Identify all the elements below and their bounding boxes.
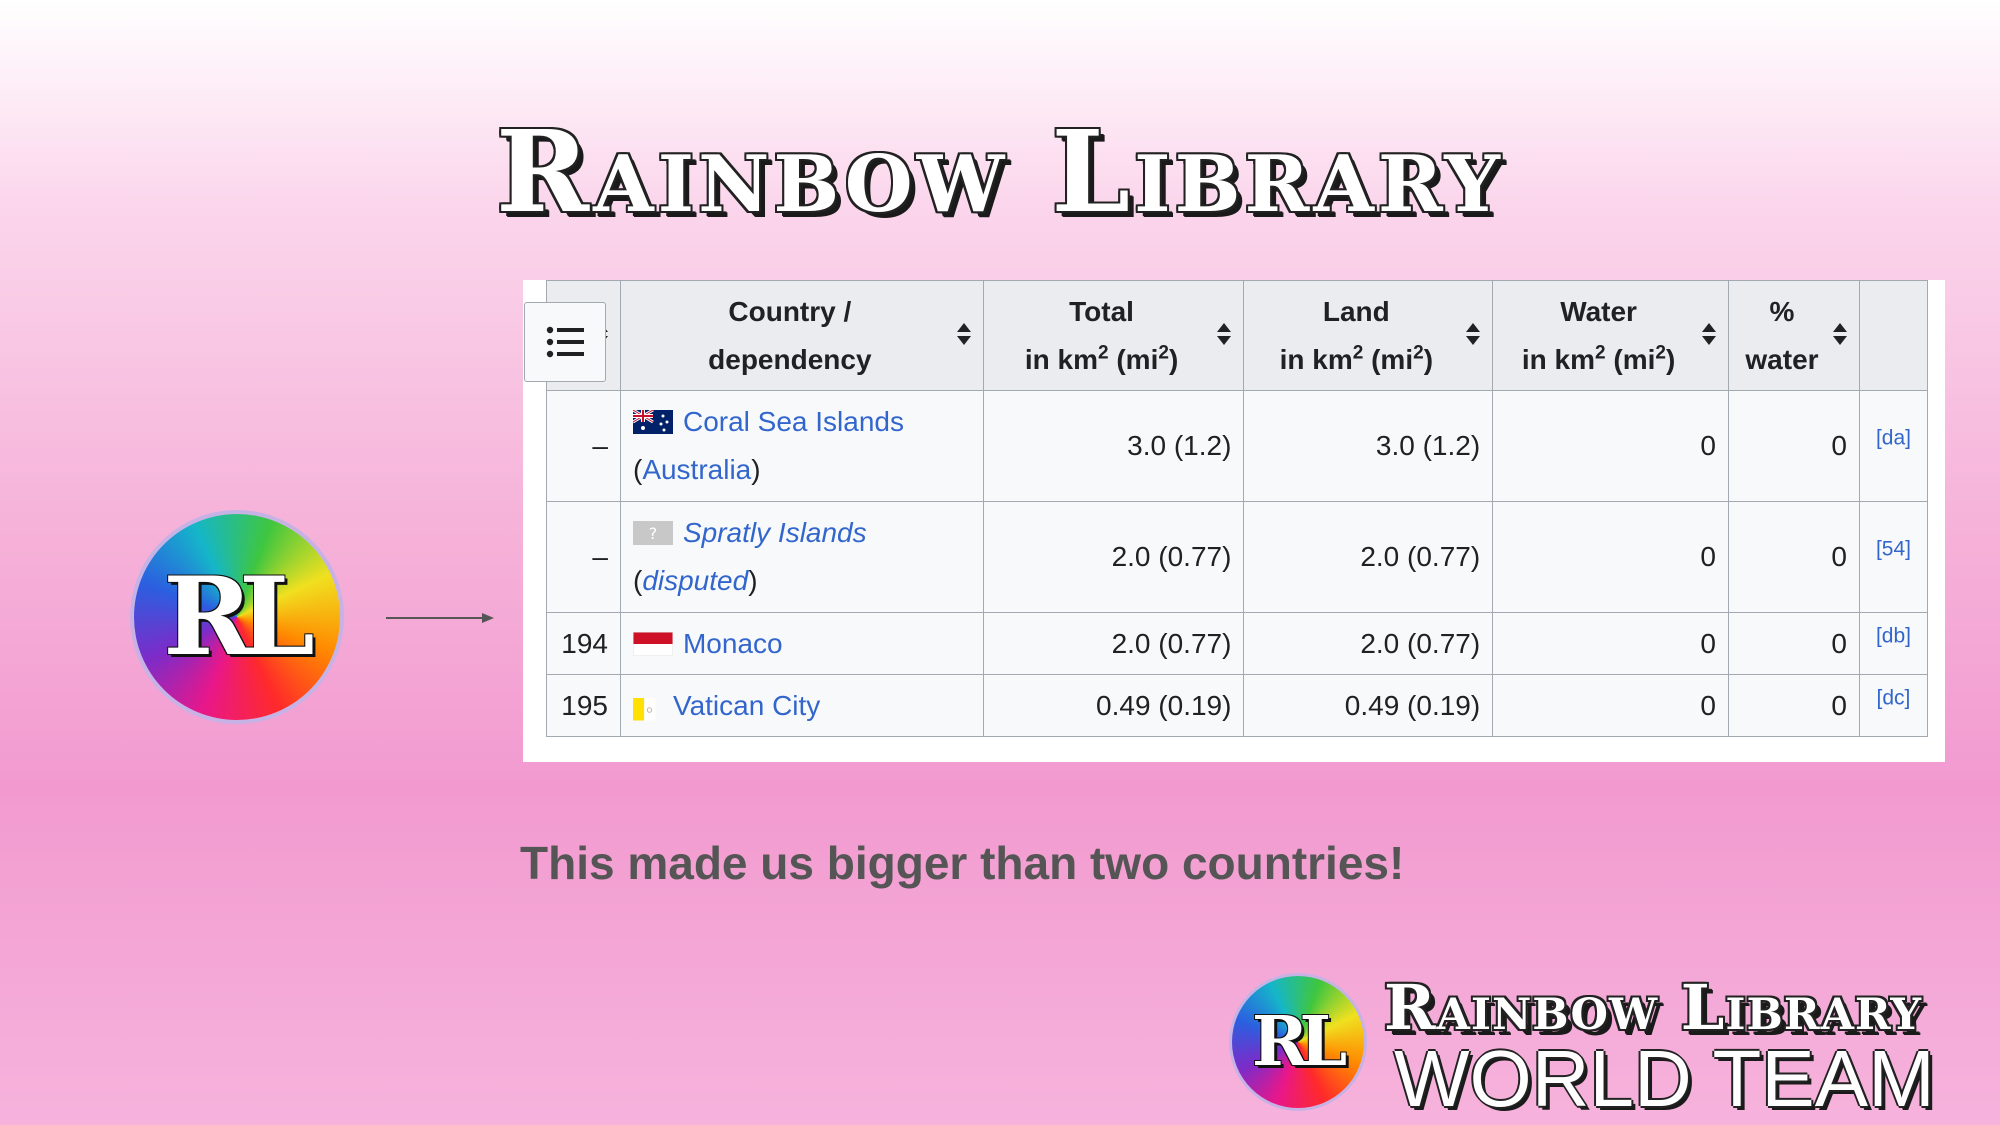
header-country-line2: dependency (708, 343, 872, 375)
reference-link[interactable]: [54] (1876, 538, 1911, 561)
country-link[interactable]: Vatican City (673, 690, 820, 721)
paren-open: ( (632, 454, 643, 485)
header-total-sup2: 2 (1158, 342, 1169, 364)
unknown-flag-icon: ? (632, 521, 673, 545)
water-area-cell: 0 (1492, 612, 1729, 675)
reference-link[interactable]: [da] (1876, 427, 1911, 450)
total-area-cell: 0.49 (0.19) (982, 674, 1245, 737)
pct-water-cell: 0 (1727, 612, 1860, 675)
country-cell: Vatican City (619, 674, 984, 737)
country-link[interactable]: Monaco (683, 628, 783, 659)
monaco-flag-icon (632, 631, 673, 656)
rank-cell: 195 (546, 674, 621, 737)
total-area-cell: 3.0 (1.2) (982, 390, 1245, 502)
country-link[interactable]: Coral Sea Islands (683, 406, 904, 437)
table-row: – Coral Sea Islands (Australia) 3.0 (1.2… (546, 390, 1929, 502)
header-water-mi: (mi (1605, 343, 1656, 375)
list-icon (546, 326, 584, 358)
rank-cell: – (546, 501, 621, 613)
reference-link[interactable]: [dc] (1877, 686, 1911, 709)
header-water-sup2: 2 (1655, 342, 1666, 364)
vatican-flag-icon (632, 697, 656, 720)
header-total-unit: in km (1024, 343, 1098, 375)
table-screenshot: Country / dependency Total in km2 (mi2) … (523, 280, 1945, 762)
table-of-contents-button[interactable] (524, 302, 606, 382)
notes-cell: [da] (1858, 390, 1929, 502)
header-land-sup1: 2 (1352, 342, 1364, 364)
total-area-cell: 2.0 (0.77) (982, 612, 1245, 675)
sort-icon (1832, 323, 1847, 345)
header-pct-line2: water (1745, 343, 1819, 375)
main-title: Rainbow Library (496, 107, 1504, 238)
rank-cell: – (546, 390, 621, 502)
sovereign-link[interactable]: Australia (642, 454, 751, 485)
sort-icon (1701, 323, 1716, 345)
notes-cell: [db] (1858, 612, 1929, 675)
notes-cell: [dc] (1858, 674, 1929, 737)
australia-flag-icon (632, 410, 673, 434)
country-cell: Coral Sea Islands (Australia) (619, 390, 984, 502)
sort-icon (1217, 323, 1232, 345)
header-notes (1858, 280, 1929, 391)
water-area-cell: 0 (1492, 501, 1729, 613)
table-row: – ? Spratly Islands (disputed) 2.0 (0.77)… (546, 501, 1929, 613)
paren-close: ) (751, 454, 761, 485)
header-water-line1: Water (1560, 295, 1637, 327)
country-link[interactable]: Spratly Islands (683, 517, 867, 548)
logo-initials: RL (1251, 1002, 1347, 1082)
land-area-cell: 0.49 (0.19) (1243, 674, 1494, 737)
table-row: 195 Vatican City 0.49 (0.19) 0.49 (0.19)… (546, 674, 1929, 737)
country-area-table: Country / dependency Total in km2 (mi2) … (546, 280, 1929, 737)
header-country-line1: Country / (728, 295, 852, 327)
header-land-mi: (mi (1363, 343, 1414, 375)
header-total-sup1: 2 (1098, 342, 1109, 364)
rank-cell: 194 (546, 612, 621, 675)
land-area-cell: 3.0 (1.2) (1243, 390, 1494, 502)
paren-open: ( (632, 565, 643, 596)
header-total-mi: (mi (1108, 343, 1159, 375)
header-land-close: ) (1423, 343, 1434, 375)
header-total-line1: Total (1069, 295, 1134, 327)
header-total-close: ) (1168, 343, 1179, 375)
sort-icon (956, 323, 971, 345)
header-water-close: ) (1665, 343, 1676, 375)
header-pct-line1: % (1769, 295, 1795, 327)
paren-close: ) (748, 565, 758, 596)
water-area-cell: 0 (1492, 674, 1729, 737)
header-water-sup1: 2 (1595, 342, 1606, 364)
header-total[interactable]: Total in km2 (mi2) (982, 280, 1245, 391)
footer-team-title: WORLD TEAM (1394, 1034, 1935, 1123)
total-area-cell: 2.0 (0.77) (982, 501, 1245, 613)
header-land-sup2: 2 (1413, 342, 1424, 364)
header-water-unit: in km (1521, 343, 1596, 375)
water-area-cell: 0 (1492, 390, 1729, 502)
arrow-right-icon (386, 613, 494, 623)
reference-link[interactable]: [db] (1876, 624, 1911, 647)
disputed-link[interactable]: disputed (642, 565, 748, 596)
header-land-unit: in km (1279, 343, 1353, 375)
rl-logo-small: RL (1232, 976, 1364, 1108)
pct-water-cell: 0 (1727, 390, 1860, 502)
table-row: 194 Monaco 2.0 (0.77) 2.0 (0.77) 0 0 [db… (546, 612, 1929, 675)
pct-water-cell: 0 (1727, 501, 1860, 613)
logo-initials: RL (163, 554, 315, 680)
pct-water-cell: 0 (1727, 674, 1860, 737)
caption-text: This made us bigger than two countries! (520, 837, 1405, 889)
country-cell: Monaco (619, 612, 984, 675)
header-land-line1: Land (1322, 295, 1390, 327)
land-area-cell: 2.0 (0.77) (1243, 501, 1494, 613)
rl-logo: RL (134, 514, 340, 720)
land-area-cell: 2.0 (0.77) (1243, 612, 1494, 675)
sort-icon (1466, 323, 1481, 345)
header-pct-water[interactable]: % water (1727, 280, 1860, 391)
header-land[interactable]: Land in km2 (mi2) (1243, 280, 1494, 391)
country-cell: ? Spratly Islands (disputed) (619, 501, 984, 613)
header-water[interactable]: Water in km2 (mi2) (1492, 280, 1729, 391)
notes-cell: [54] (1858, 501, 1929, 613)
header-country[interactable]: Country / dependency (619, 280, 984, 391)
svg-text:?: ? (649, 524, 658, 543)
